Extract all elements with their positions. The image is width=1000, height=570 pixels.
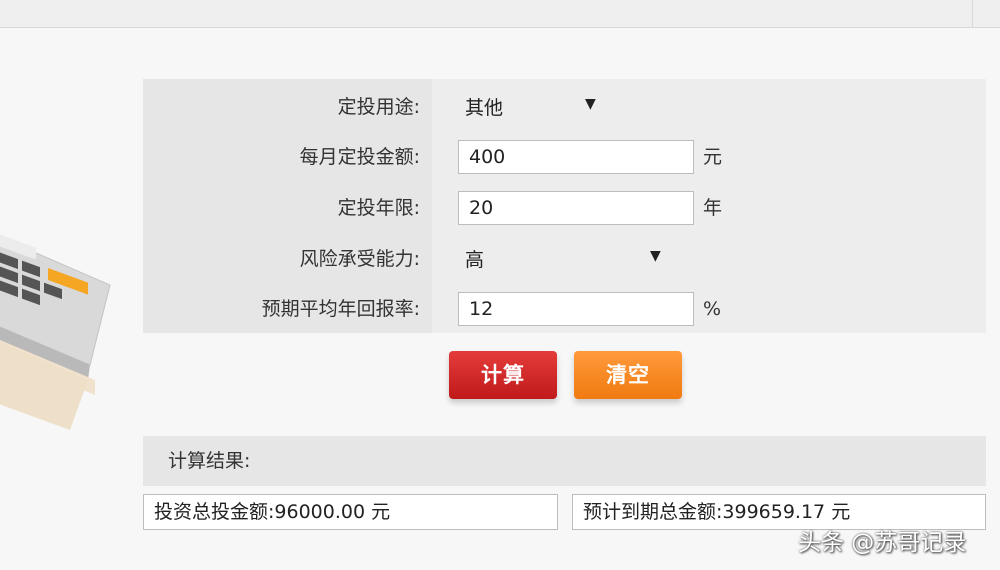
top-bar [0, 0, 1000, 28]
years-input[interactable]: 20 [458, 191, 694, 225]
expected-rate-unit: % [703, 298, 722, 320]
result-title: 计算结果: [168, 450, 251, 472]
row-years: 定投年限: 20 年 [143, 183, 986, 233]
result-header: 计算结果: [143, 436, 986, 486]
expected-rate-input[interactable]: 12 [458, 292, 694, 326]
monthly-amount-label: 每月定投金额: [299, 146, 420, 168]
top-bar-divider [972, 0, 973, 27]
risk-label: 风险承受能力: [299, 248, 420, 270]
clear-button[interactable]: 清空 [574, 351, 682, 399]
purpose-label: 定投用途: [337, 96, 420, 118]
total-invested-result: 投资总投金额:96000.00 元 [143, 494, 558, 530]
row-risk: 风险承受能力: 高 ▼ [143, 234, 986, 284]
expected-rate-label: 预期平均年回报率: [261, 298, 420, 320]
row-expected-rate: 预期平均年回报率: 12 % [143, 284, 986, 334]
investment-form: 定投用途: 其他 ▼ 每月定投金额: 400 元 定投年限: 20 年 风险承受… [143, 79, 986, 333]
calculate-button[interactable]: 计算 [449, 351, 557, 399]
chevron-down-icon[interactable]: ▼ [585, 94, 596, 114]
risk-select[interactable]: 高 [465, 245, 484, 275]
purpose-select[interactable]: 其他 [465, 93, 503, 123]
row-monthly-amount: 每月定投金额: 400 元 [143, 132, 986, 182]
watermark: 头条 @苏哥记录 [798, 530, 967, 556]
calculator-illustration [0, 233, 111, 430]
monthly-amount-input[interactable]: 400 [458, 140, 694, 174]
chevron-down-icon[interactable]: ▼ [650, 246, 661, 266]
monthly-amount-unit: 元 [703, 146, 723, 168]
years-label: 定投年限: [337, 197, 420, 219]
row-purpose: 定投用途: 其他 ▼ [143, 82, 986, 132]
years-unit: 年 [703, 197, 723, 219]
